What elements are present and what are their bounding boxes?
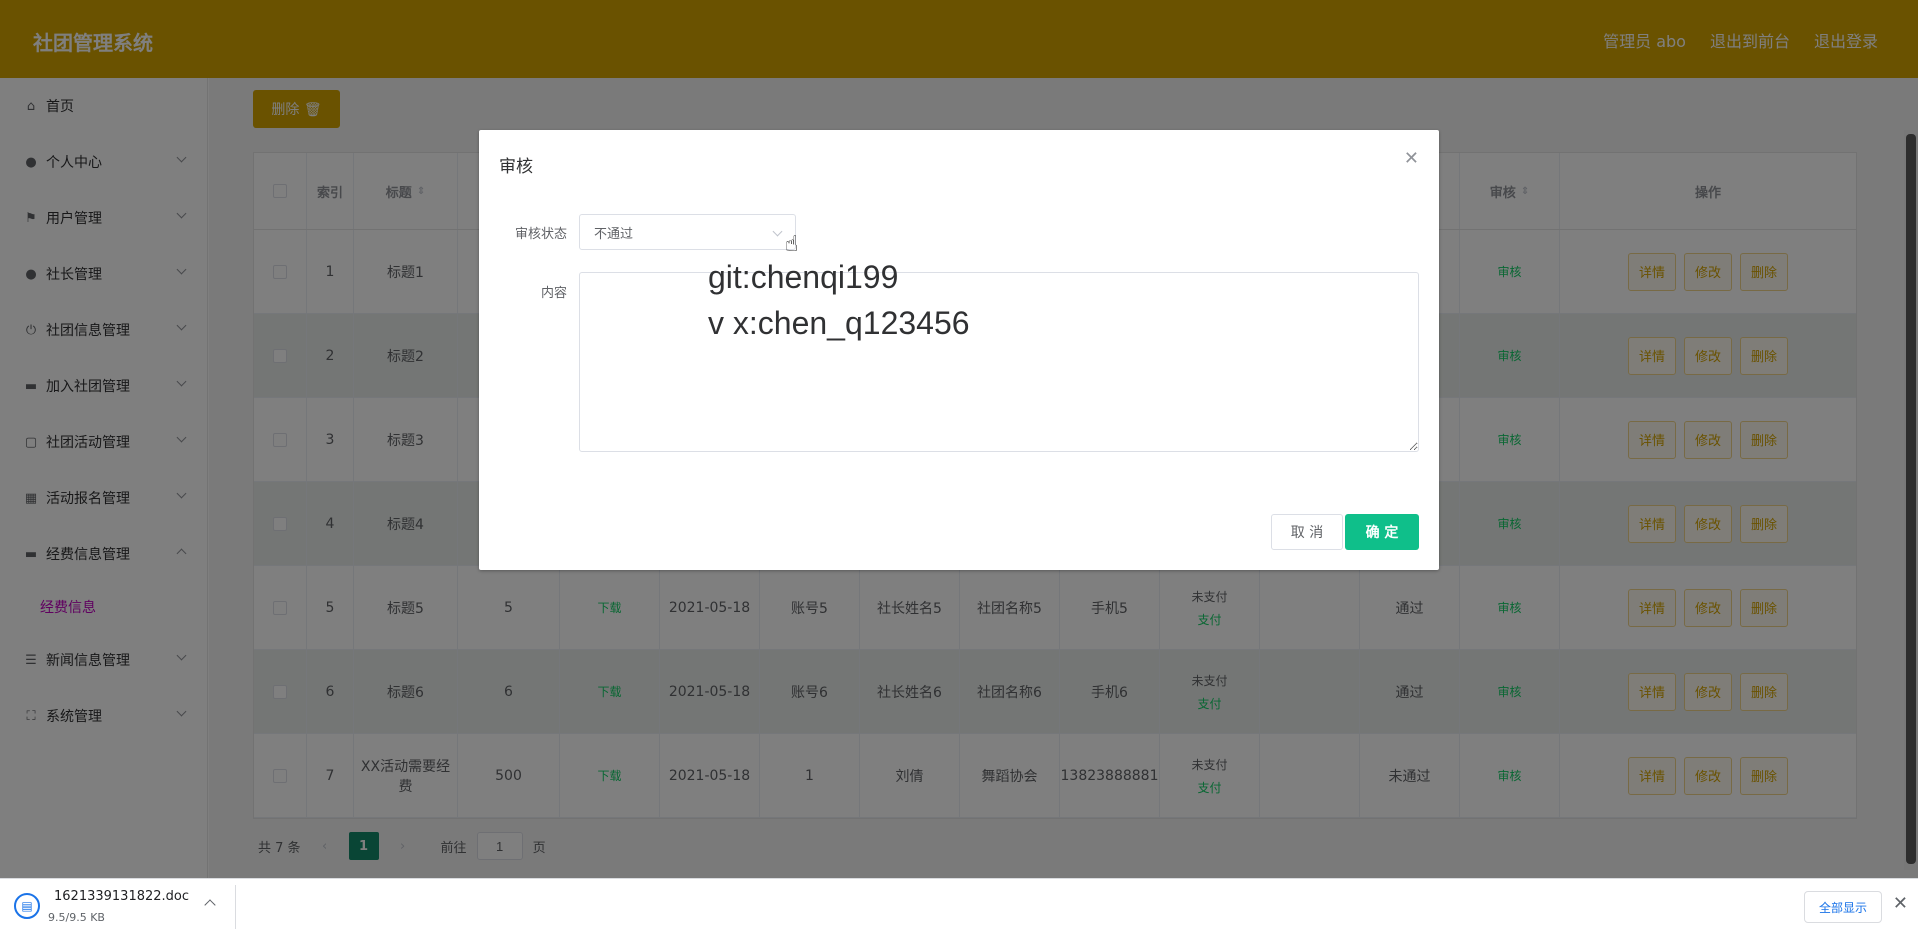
cancel-button[interactable]: 取 消 [1271, 514, 1343, 550]
show-all-button[interactable]: 全部显示 [1804, 891, 1882, 923]
dialog-title: 审核 [499, 157, 533, 177]
divider [235, 885, 236, 929]
download-bar: ▤ 1621339131822.doc 9.5/9.5 KB 全部显示 ✕ [0, 878, 1918, 934]
audit-status-label: 审核状态 [514, 227, 567, 242]
audit-status-value: 不通过 [594, 226, 634, 242]
audit-status-select[interactable]: 不通过 [579, 214, 796, 250]
hand-cursor-icon: ☝ [785, 232, 799, 257]
close-icon[interactable]: ✕ [1404, 148, 1419, 169]
download-file-size: 9.5/9.5 KB [48, 911, 105, 924]
watermark-line-1: git:chenqi199 [708, 259, 899, 295]
content-label: 内容 [540, 286, 567, 301]
watermark-line-2: v x:chen_q123456 [708, 305, 970, 341]
document-icon[interactable]: ▤ [14, 893, 40, 919]
confirm-button[interactable]: 确 定 [1345, 514, 1419, 550]
download-file-name[interactable]: 1621339131822.doc [54, 889, 189, 904]
close-icon[interactable]: ✕ [1893, 893, 1908, 914]
audit-dialog: 审核 ✕ 审核状态 不通过 内容 git:chenqi199 v x:chen_… [479, 130, 1439, 570]
content-textarea[interactable] [579, 272, 1419, 452]
chevron-up-icon[interactable] [204, 899, 216, 911]
chevron-down-icon [772, 226, 783, 237]
watermark-text: git:chenqi199 v x:chen_q123456 [708, 254, 970, 346]
